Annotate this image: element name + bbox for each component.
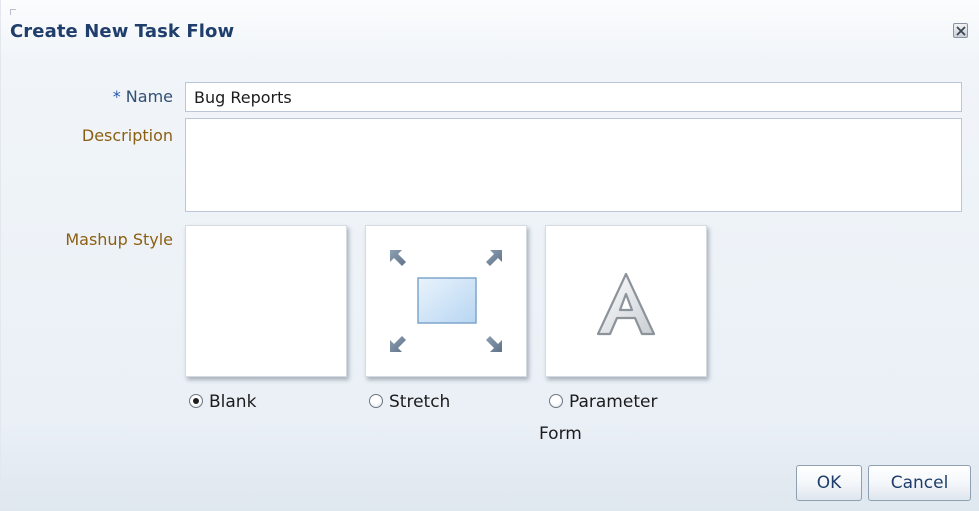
cancel-button[interactable]: Cancel (868, 465, 971, 501)
parameter-form-radio-label-line1: Parameter (569, 392, 658, 412)
name-input[interactable] (185, 82, 962, 112)
blank-layout-icon (186, 226, 346, 376)
parameter-form-radio-label-line2: Form (539, 424, 582, 444)
dialog-corner-mark (10, 9, 16, 15)
name-label-text: Name (125, 87, 173, 106)
parameter-form-radio-option[interactable]: Parameter (549, 392, 657, 412)
stretch-layout-icon (390, 250, 502, 352)
name-label: * Name (1, 87, 173, 106)
parameter-form-radio-button[interactable] (549, 393, 563, 408)
stretch-radio-option[interactable]: Stretch (369, 392, 450, 412)
dialog-title: Create New Task Flow (10, 21, 235, 42)
mashup-style-label: Mashup Style (65, 230, 173, 249)
create-task-flow-dialog: Create New Task Flow * Name Description … (0, 0, 979, 511)
ok-button[interactable]: OK (796, 465, 862, 501)
close-button[interactable] (953, 23, 968, 38)
required-marker: * (112, 87, 121, 106)
blank-style-tile[interactable] (185, 225, 347, 377)
stretch-radio-label: Stretch (389, 392, 451, 412)
close-icon (956, 26, 966, 36)
parameter-form-style-tile[interactable] (545, 225, 707, 377)
blank-radio-button[interactable] (189, 393, 203, 408)
blank-radio-label: Blank (209, 392, 257, 412)
stretch-style-tile[interactable] (365, 225, 527, 377)
description-label: Description (81, 126, 173, 145)
parameter-form-icon (596, 272, 656, 336)
blank-radio-option[interactable]: Blank (189, 392, 256, 412)
stretch-radio-button[interactable] (369, 393, 383, 408)
description-textarea[interactable] (185, 118, 962, 212)
